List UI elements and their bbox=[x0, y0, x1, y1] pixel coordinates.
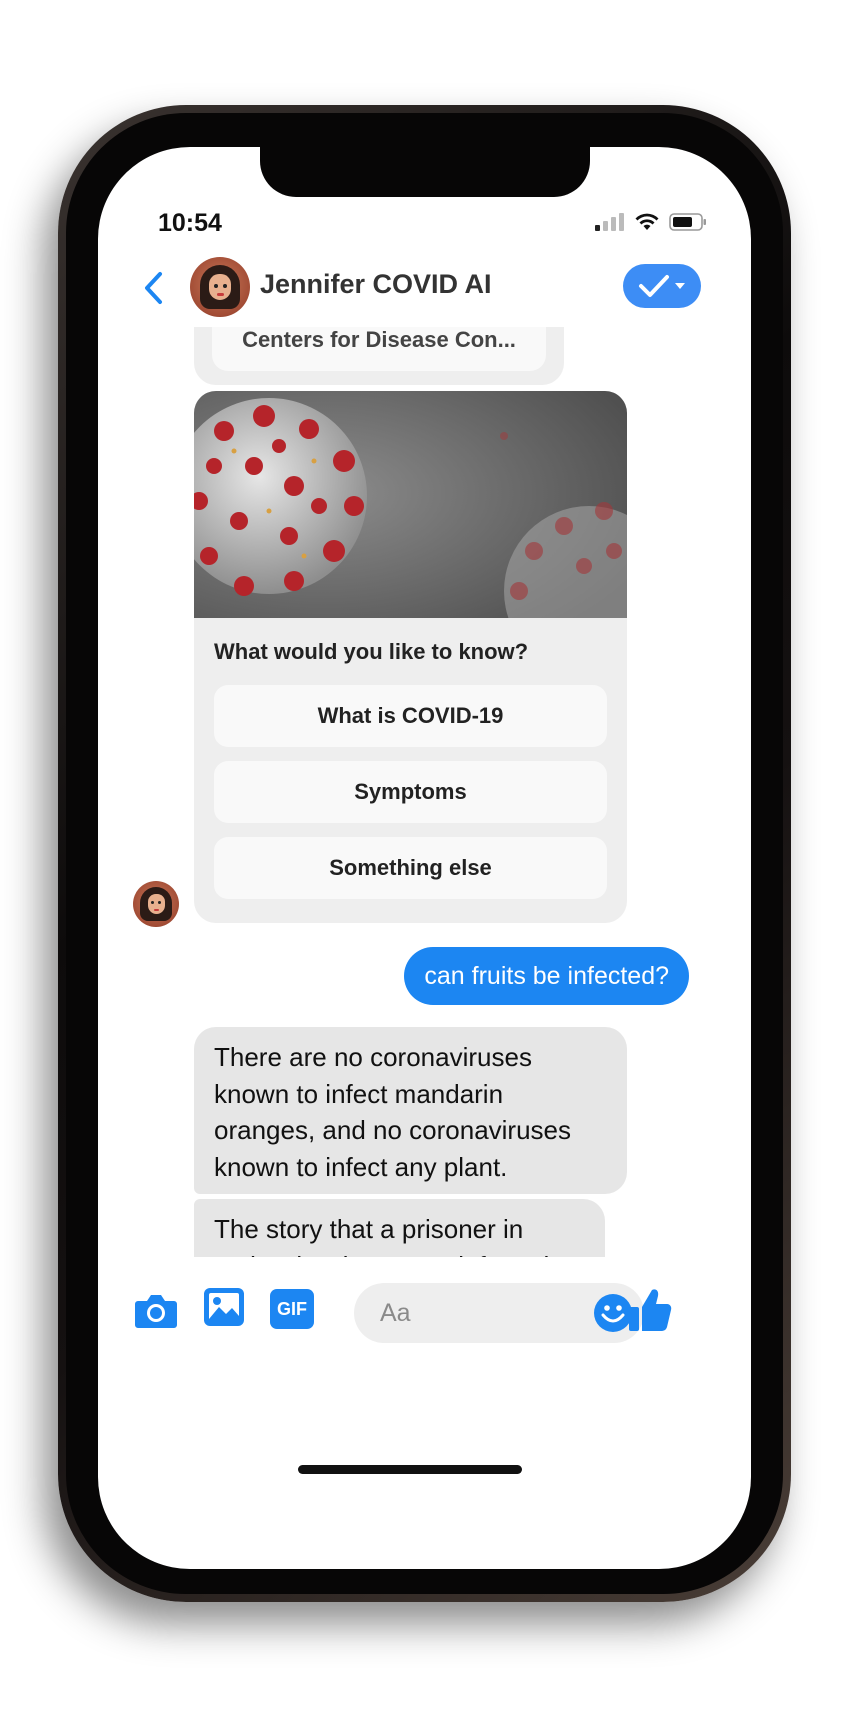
message-list[interactable]: Centers for Disease Con... What would yo… bbox=[98, 327, 751, 1257]
bot-message[interactable]: The story that a prisoner in Malaysia wh… bbox=[194, 1199, 605, 1257]
phone-frame: 10:54 Jennifer COVID AI Centers for Dise… bbox=[58, 105, 791, 1602]
status-time: 10:54 bbox=[158, 209, 222, 237]
caret-down-icon bbox=[675, 283, 685, 289]
card-question: What would you like to know? bbox=[214, 639, 529, 664]
quick-reply-something-else[interactable]: Something else bbox=[214, 837, 607, 899]
chevron-left-icon bbox=[145, 272, 162, 304]
camera-icon[interactable] bbox=[134, 1291, 178, 1329]
coronavirus-image bbox=[194, 391, 627, 618]
emoji-icon[interactable] bbox=[593, 1293, 633, 1333]
bot-avatar[interactable] bbox=[133, 881, 179, 927]
contact-avatar[interactable] bbox=[190, 257, 250, 317]
user-message[interactable]: can fruits be infected? bbox=[404, 947, 689, 1005]
wifi-icon bbox=[635, 213, 659, 230]
image-icon[interactable] bbox=[203, 1287, 245, 1327]
quick-reply-symptoms[interactable]: Symptoms bbox=[214, 761, 607, 823]
gif-icon[interactable]: GIF bbox=[270, 1289, 314, 1329]
contact-name[interactable]: Jennifer COVID AI bbox=[260, 269, 492, 300]
quick-reply-what-is-covid[interactable]: What is COVID-19 bbox=[214, 685, 607, 747]
phone-bezel: 10:54 Jennifer COVID AI Centers for Dise… bbox=[66, 113, 783, 1594]
notch bbox=[260, 147, 590, 197]
verify-button[interactable] bbox=[623, 264, 701, 308]
link-card-title[interactable]: Centers for Disease Con... bbox=[212, 327, 546, 371]
quick-reply-card: What would you like to know? What is COV… bbox=[194, 391, 627, 923]
battery-icon bbox=[669, 213, 706, 231]
composer-bar: GIF bbox=[98, 1257, 751, 1367]
signal-icon bbox=[595, 213, 624, 231]
back-button[interactable] bbox=[142, 271, 164, 310]
bot-message[interactable]: There are no coronaviruses known to infe… bbox=[194, 1027, 627, 1194]
chat-header: Jennifer COVID AI bbox=[98, 247, 751, 327]
checkmark-icon bbox=[639, 275, 669, 297]
status-icons bbox=[595, 213, 707, 231]
phone-screen: 10:54 Jennifer COVID AI Centers for Dise… bbox=[98, 147, 751, 1569]
home-indicator[interactable] bbox=[298, 1465, 522, 1474]
thumbs-up-icon[interactable] bbox=[628, 1287, 672, 1333]
